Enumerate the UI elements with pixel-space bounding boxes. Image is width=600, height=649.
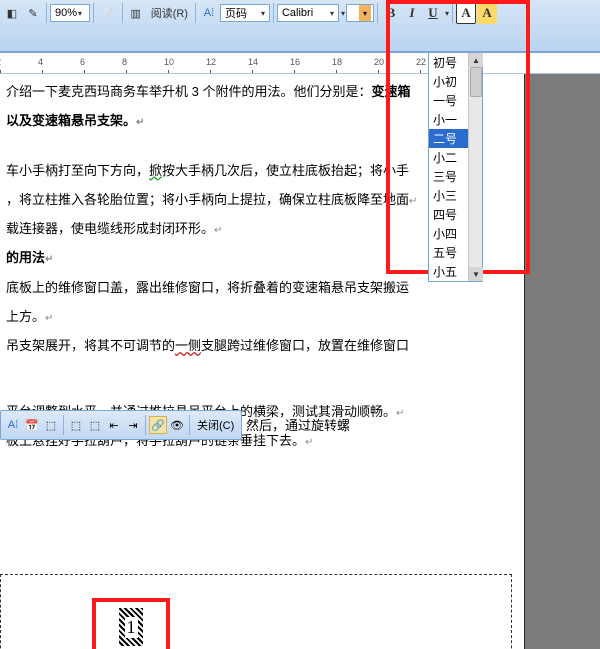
footer-hide-icon[interactable]: 👁	[168, 416, 186, 434]
scroll-up-arrow[interactable]: ▲	[469, 53, 483, 67]
footer-date-icon[interactable]: 📅	[23, 416, 41, 434]
horizontal-ruler[interactable]: 24681012141618202224	[0, 52, 600, 74]
footer-pagecode-icon[interactable]: A⁞	[4, 416, 22, 434]
font-name-extra-arrow[interactable]: ▾	[341, 9, 345, 18]
font-name-select[interactable]: Calibri▾	[277, 4, 339, 22]
tool-icon-1[interactable]: ◧	[2, 2, 22, 24]
font-size-dropdown-arrow[interactable]: ▾	[359, 5, 371, 21]
char-border-button[interactable]: A	[456, 2, 476, 24]
format-icon[interactable]: A⁞	[199, 2, 219, 24]
footer-prev-icon[interactable]: ⇤	[105, 416, 123, 434]
scroll-down-arrow[interactable]: ▼	[469, 267, 483, 281]
ruler-tick: 20	[378, 53, 420, 74]
page-footer-toolbar: A⁞ 📅 ⬚ ⬚ ⬚ ⇤ ⇥ 🔗 👁 关闭(C)	[0, 410, 242, 440]
page-number-field[interactable]: 1	[119, 608, 143, 646]
footer-next-icon[interactable]: ⇥	[124, 416, 142, 434]
document-text-fragment: 然后，通过旋转螺	[246, 412, 350, 439]
zoom-select[interactable]: 90%▾	[50, 4, 90, 22]
footer-format-icon[interactable]: ⬚	[42, 416, 60, 434]
italic-button[interactable]: I	[402, 2, 422, 24]
pagecode-select[interactable]: 页码▾	[220, 4, 270, 22]
ruler-tick: 8	[126, 53, 168, 74]
page-number-highlight: 1	[92, 598, 170, 649]
footer-link-icon[interactable]: 🔗	[149, 416, 167, 434]
footer-close-button[interactable]: 关闭(C)	[193, 417, 238, 433]
underline-button[interactable]: U	[423, 2, 443, 24]
bold-button[interactable]: B	[381, 2, 401, 24]
main-toolbar: ◧ ✎ 90%▾ ❔ ▥ 阅读(R) A⁞ 页码▾ Calibri▾ ▾ ▾ B…	[0, 0, 600, 52]
ruler-tick: 2	[0, 53, 42, 74]
font-size-dropdown[interactable]: 初号小初一号小一二号小二三号小三四号小四五号小五 ▲ ▼	[428, 52, 483, 282]
ruler-tick: 4	[42, 53, 84, 74]
right-margin-area	[524, 74, 600, 649]
read-mode-button[interactable]: 阅读(R)	[147, 2, 192, 24]
font-size-select[interactable]: ▾	[346, 4, 374, 22]
ruler-tick: 6	[84, 53, 126, 74]
scroll-thumb[interactable]	[470, 67, 482, 97]
ruler-tick: 16	[294, 53, 336, 74]
ruler-tick: 18	[336, 53, 378, 74]
ruler-tick: 10	[168, 53, 210, 74]
dropdown-scrollbar[interactable]: ▲ ▼	[468, 53, 482, 281]
page-footer-boundary	[0, 574, 512, 649]
ruler-tick: 12	[210, 53, 252, 74]
tool-icon-2[interactable]: ✎	[23, 2, 43, 24]
footer-nav-2-icon[interactable]: ⬚	[86, 416, 104, 434]
help-icon[interactable]: ❔	[97, 2, 119, 24]
ruler-tick: 14	[252, 53, 294, 74]
footer-nav-1-icon[interactable]: ⬚	[67, 416, 85, 434]
char-shading-button[interactable]: A	[477, 2, 497, 24]
read-mode-icon[interactable]: ▥	[126, 2, 146, 24]
